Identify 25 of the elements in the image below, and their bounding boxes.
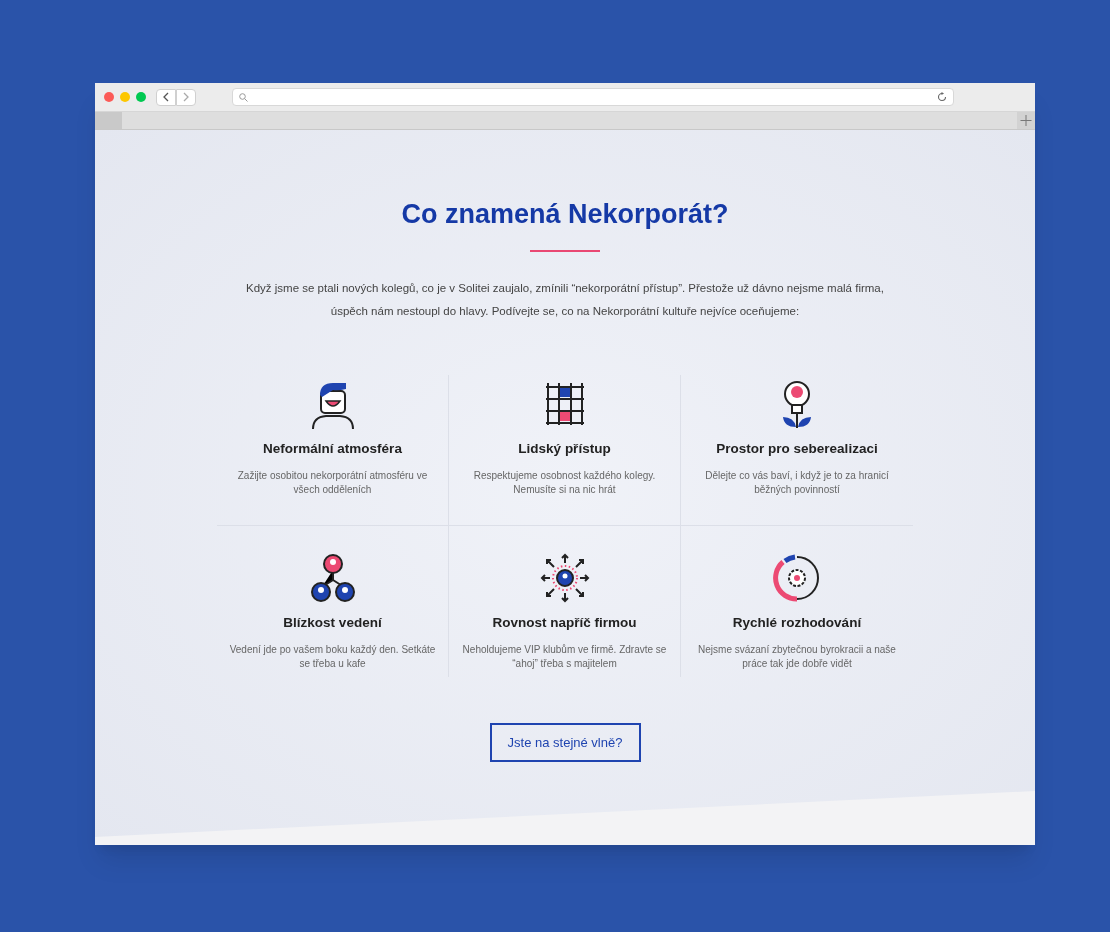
- feature-description: Dělejte co vás baví, i když je to za hranicí běžných povinností: [704, 469, 890, 497]
- feature-title: Neformální atmosféra: [263, 440, 402, 458]
- page-heading: Co znamená Nekorporát?: [401, 198, 729, 231]
- chevron-left-icon: [162, 92, 170, 102]
- feature-description: Vedení jde po vašem boku každý den. Setkáte se třeba u kafe: [228, 643, 437, 671]
- feature-title: Lidský přístup: [518, 440, 611, 458]
- feature-description: Neholdujeme VIP klubům ve firmě. Zdravte se “ahoj” třeba s majitelem: [461, 643, 668, 671]
- forward-button[interactable]: [176, 88, 196, 106]
- heading-underline: [530, 250, 600, 252]
- feature-description: Zažijte osobitou nekorporátní atmosféru ve všech odděleních: [236, 469, 429, 497]
- back-button[interactable]: [156, 88, 176, 106]
- reload-icon[interactable]: [937, 92, 947, 102]
- feature-title: Blízkost vedení: [283, 614, 382, 632]
- gear-gauge-icon: [772, 553, 822, 603]
- feature-title: Rovnost napříč firmou: [492, 614, 637, 632]
- new-tab-icon[interactable]: [1017, 112, 1035, 129]
- search-icon: [239, 92, 248, 102]
- cta-button[interactable]: Jste na stejné vlně?: [489, 723, 641, 762]
- feature-title: Rychlé rozhodování: [732, 614, 862, 632]
- arrows-outward-icon: [539, 553, 590, 603]
- chevron-right-icon: [182, 92, 190, 102]
- intro-paragraph: Když jsme se ptali nových kolegů, co je v Solitei zaujalo, zmínili “nekorporátní přístup”. Přestože už dávno nejsme malá firma, úspěch nám nestoupl do hlavy. Podívejte se, co na Nekorporátní kultuře nejvíce oceňujeme:: [245, 281, 885, 319]
- feature-title: Prostor pro seberealizaci: [716, 440, 878, 458]
- feature-description: Respektujeme osobnost každého kolegy. Nemusíte si na nic hrát: [472, 469, 657, 497]
- feature-description: Nejsme svázaní zbytečnou byrokracii a naše práce tak jde dobře vidět: [697, 643, 897, 671]
